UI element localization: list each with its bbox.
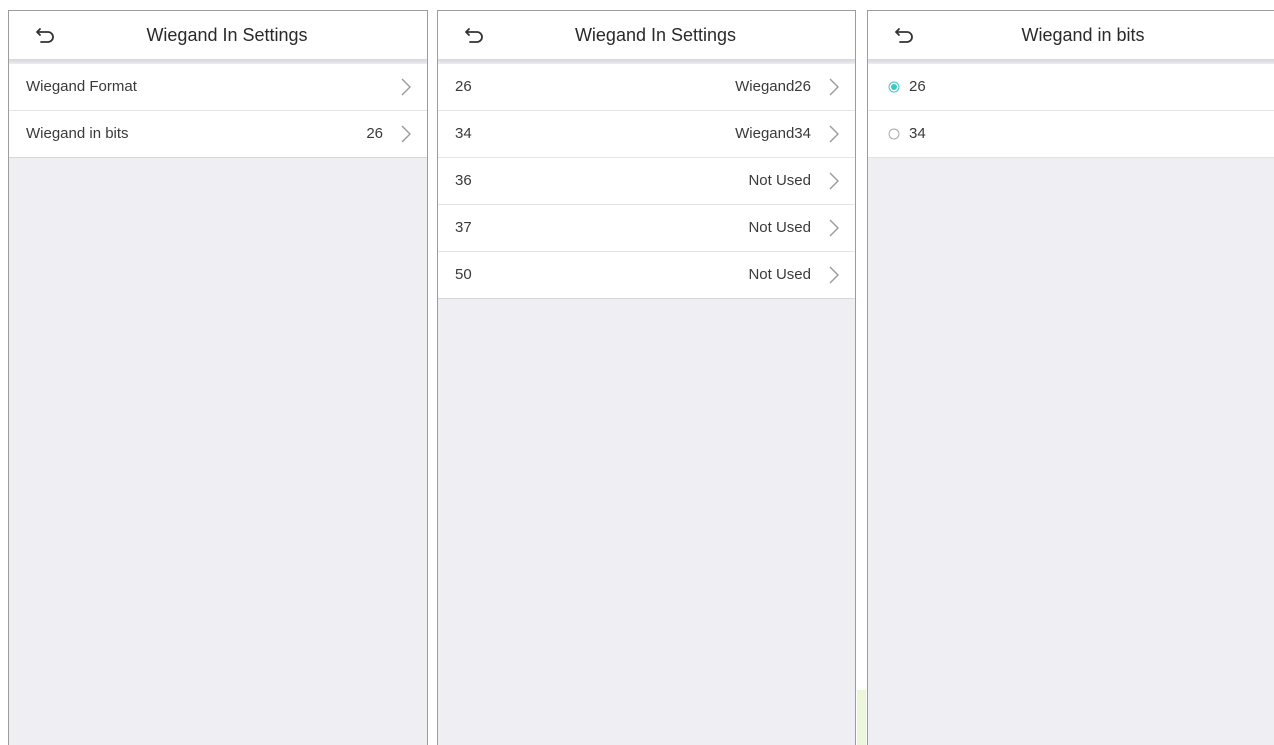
page-title: Wiegand In Settings bbox=[574, 25, 737, 45]
row-label: 34 bbox=[455, 125, 472, 142]
row-value: Wiegand26 bbox=[735, 78, 811, 95]
row-label: 36 bbox=[455, 172, 472, 189]
row-value: Not Used bbox=[748, 219, 811, 236]
page-title: Wiegand In Settings bbox=[146, 25, 308, 45]
wiegand-format-screen: Wiegand In Settings 26 Wiegand26 34 Wieg… bbox=[437, 10, 856, 745]
chevron-right-icon bbox=[829, 78, 839, 96]
row-label: 26 bbox=[455, 78, 472, 95]
format-row-34[interactable]: 34 Wiegand34 bbox=[438, 111, 855, 158]
format-list: 26 Wiegand26 34 Wiegand34 36 Not Used 37… bbox=[438, 64, 855, 299]
format-row-37[interactable]: 37 Not Used bbox=[438, 205, 855, 252]
bits-option-34[interactable]: 34 bbox=[868, 111, 1274, 158]
option-label: 26 bbox=[909, 78, 926, 95]
page-title: Wiegand in bits bbox=[1021, 25, 1145, 45]
radio-selected-icon[interactable] bbox=[888, 81, 900, 93]
chevron-right-icon bbox=[401, 78, 411, 96]
option-label: 34 bbox=[909, 125, 926, 142]
row-value: 26 bbox=[366, 125, 383, 142]
wiegand-format-row[interactable]: Wiegand Format bbox=[9, 64, 427, 111]
header: Wiegand In Settings bbox=[438, 11, 855, 60]
row-label: Wiegand Format bbox=[26, 78, 137, 95]
row-label: 37 bbox=[455, 219, 472, 236]
row-value: Wiegand34 bbox=[735, 125, 811, 142]
wiegand-in-settings-screen: Wiegand In Settings Wiegand Format Wiega… bbox=[8, 10, 428, 745]
settings-list: Wiegand Format Wiegand in bits 26 bbox=[9, 64, 427, 158]
wiegand-in-bits-row[interactable]: Wiegand in bits 26 bbox=[9, 111, 427, 158]
chevron-right-icon bbox=[829, 172, 839, 190]
chevron-right-icon bbox=[829, 219, 839, 237]
format-row-50[interactable]: 50 Not Used bbox=[438, 252, 855, 299]
wiegand-in-bits-screen: Wiegand in bits 26 34 bbox=[867, 10, 1274, 745]
header: Wiegand in bits bbox=[868, 11, 1274, 60]
format-row-36[interactable]: 36 Not Used bbox=[438, 158, 855, 205]
row-value: Not Used bbox=[748, 266, 811, 283]
row-value: Not Used bbox=[748, 172, 811, 189]
format-row-26[interactable]: 26 Wiegand26 bbox=[438, 64, 855, 111]
chevron-right-icon bbox=[829, 125, 839, 143]
header: Wiegand In Settings bbox=[9, 11, 427, 60]
row-label: 50 bbox=[455, 266, 472, 283]
bits-option-26[interactable]: 26 bbox=[868, 64, 1274, 111]
radio-unselected-icon[interactable] bbox=[888, 128, 900, 140]
chevron-right-icon bbox=[829, 266, 839, 284]
bits-option-list: 26 34 bbox=[868, 64, 1274, 158]
chevron-right-icon bbox=[401, 125, 411, 143]
row-label: Wiegand in bits bbox=[26, 125, 129, 142]
decorative-strip bbox=[857, 690, 866, 745]
